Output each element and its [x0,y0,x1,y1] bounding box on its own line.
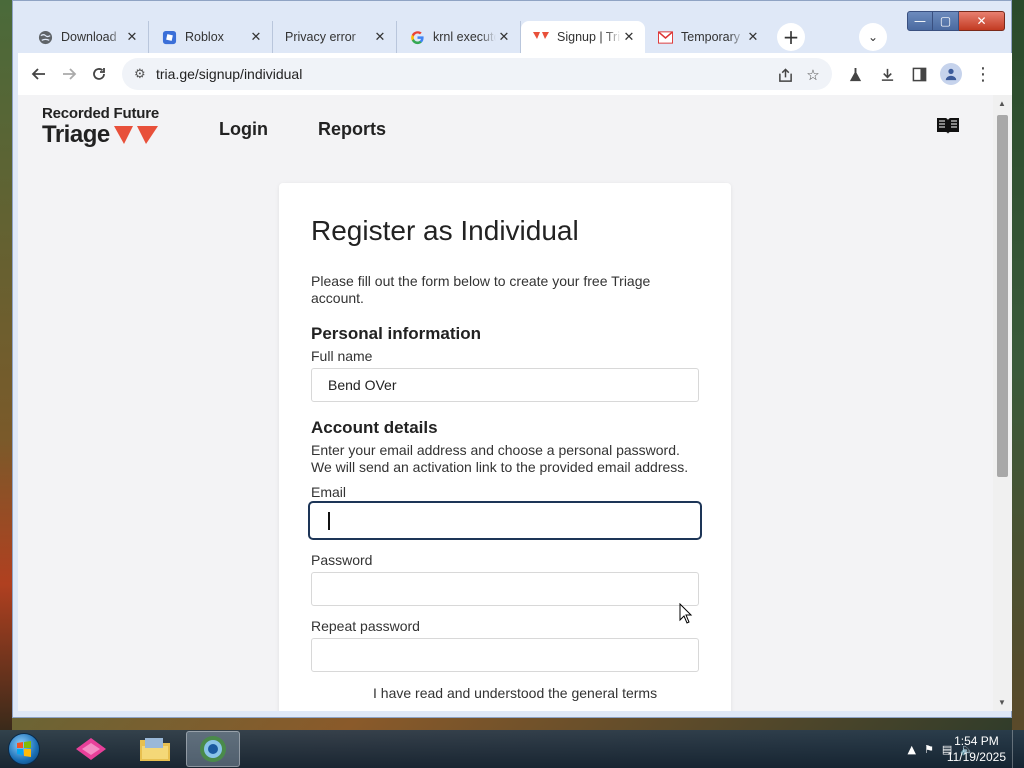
email-input[interactable] [308,501,702,540]
logo-recorded-future: Recorded Future [42,105,160,122]
password-input[interactable] [311,572,699,606]
taskbar: ▲ ⚑ ▤ 🔈 1:54 PM 11/19/2025 [0,730,1024,768]
tab-label: Roblox [185,30,224,44]
clock-time: 1:54 PM [954,734,999,748]
download-icon[interactable] [876,63,898,85]
maximize-button[interactable]: ▢ [933,11,959,31]
close-icon[interactable]: ✕ [621,30,637,45]
tab-signup-triage[interactable]: Signup | Triage ✕ [521,21,645,53]
tab-label: Signup | Triage [557,30,621,44]
intro-text: Please fill out the form below to create… [311,273,651,306]
email-label: Email [311,484,347,500]
taskbar-clock[interactable]: 1:54 PM 11/19/2025 [947,733,1006,765]
close-icon[interactable]: ✕ [372,30,388,45]
triage-logo[interactable]: Recorded Future Triage [42,105,159,149]
profile-avatar-icon[interactable] [940,63,962,85]
tab-label: Temporary [681,30,741,44]
taskbar-explorer[interactable] [128,731,182,767]
site-header: Recorded Future Triage Login Reports [18,95,993,165]
arrow-left-icon [31,68,45,80]
fullname-value: Bend OVer [328,377,397,393]
scroll-down-icon[interactable]: ▼ [998,698,1006,707]
scroll-up-icon[interactable]: ▲ [998,99,1006,108]
close-icon[interactable]: ✕ [248,30,264,45]
scroll-thumb[interactable] [997,115,1008,477]
tab-strip: Download ✕ Roblox ✕ Privacy error ✕ krnl… [25,20,805,53]
pink-app-icon [76,738,106,760]
back-button[interactable] [24,59,54,89]
docs-book-icon[interactable] [936,116,960,141]
arrow-right-icon [63,68,77,80]
address-bar[interactable]: ⚙ tria.ge/signup/individual ☆ [122,58,832,90]
mouse-cursor-icon [679,603,693,624]
page-content: Recorded Future Triage Login Reports Reg… [18,95,993,711]
fullname-input[interactable]: Bend OVer [311,368,699,402]
google-icon [409,29,425,45]
tab-search-button[interactable]: ⌄ [859,23,887,51]
taskbar-app-pink[interactable] [64,731,118,767]
repeat-password-label: Repeat password [311,618,420,634]
close-icon[interactable]: ✕ [124,30,140,45]
repeat-password-input[interactable] [311,638,699,672]
clock-date: 11/19/2025 [946,750,1006,764]
tray-expand-icon[interactable]: ▲ [908,743,916,756]
taskbar-chrome[interactable] [186,731,240,767]
labs-flask-icon[interactable] [844,63,866,85]
register-card: Register as Individual Please fill out t… [279,183,731,711]
page-scrollbar[interactable]: ▲ ▼ [993,95,1012,711]
browser-window: — ▢ ✕ Download ✕ Roblox ✕ Privacy error … [12,0,1012,718]
folder-icon [140,738,170,761]
tab-label: Download [61,30,117,44]
side-panel-icon[interactable] [908,63,930,85]
triage-icon [533,29,549,45]
site-info-icon[interactable]: ⚙ [134,67,152,82]
close-icon[interactable]: ✕ [745,30,761,45]
tab-label: Privacy error [285,30,356,44]
text-caret [328,511,330,530]
reload-button[interactable] [84,59,114,89]
window-controls: — ▢ ✕ [907,11,1005,31]
nav-login-link[interactable]: Login [219,119,268,140]
tab-privacy-error[interactable]: Privacy error ✕ [273,21,397,53]
tab-label: krnl executor [433,30,496,44]
account-details-text: Enter your email address and choose a pe… [311,442,689,475]
tab-roblox[interactable]: Roblox ✕ [149,21,273,53]
start-button[interactable] [4,730,44,768]
chevron-down-icon: ⌄ [867,30,879,44]
personal-info-heading: Personal information [311,324,482,343]
logo-triage-text: Triage [42,121,110,148]
windows-logo-icon [8,733,40,765]
fullname-label: Full name [311,348,373,364]
browser-toolbar: ⚙ tria.ge/signup/individual ☆ ⋮ [18,53,1012,95]
browser-app-icon [200,736,226,762]
page-title: Register as Individual [311,215,579,246]
close-icon[interactable]: ✕ [496,30,512,45]
desktop-wallpaper-left [0,0,12,730]
share-icon[interactable] [774,64,796,86]
new-tab-button[interactable]: + [777,23,805,51]
kebab-menu-icon[interactable]: ⋮ [972,63,994,85]
minimize-button[interactable]: — [907,11,933,31]
triage-mark-icon [113,126,158,144]
roblox-icon [161,29,177,45]
tab-temporary-mail[interactable]: Temporary ✕ [645,21,769,53]
mail-icon [657,29,673,45]
bookmark-star-icon[interactable]: ☆ [802,64,824,86]
account-details-heading: Account details [311,418,438,437]
nav-reports-link[interactable]: Reports [318,119,386,140]
close-window-button[interactable]: ✕ [959,11,1005,31]
action-center-icon[interactable]: ⚑ [924,743,934,756]
terms-text[interactable]: I have read and understood the general t… [311,685,699,701]
tab-krnl[interactable]: krnl executor ✕ [397,21,521,53]
password-label: Password [311,552,373,568]
url-text: tria.ge/signup/individual [156,66,303,82]
show-desktop-button[interactable] [1012,730,1024,768]
forward-button[interactable] [54,59,84,89]
desktop-wallpaper-right [1012,0,1024,730]
tab-download[interactable]: Download ✕ [25,21,149,53]
reload-icon [93,68,105,80]
globe-icon [37,29,53,45]
